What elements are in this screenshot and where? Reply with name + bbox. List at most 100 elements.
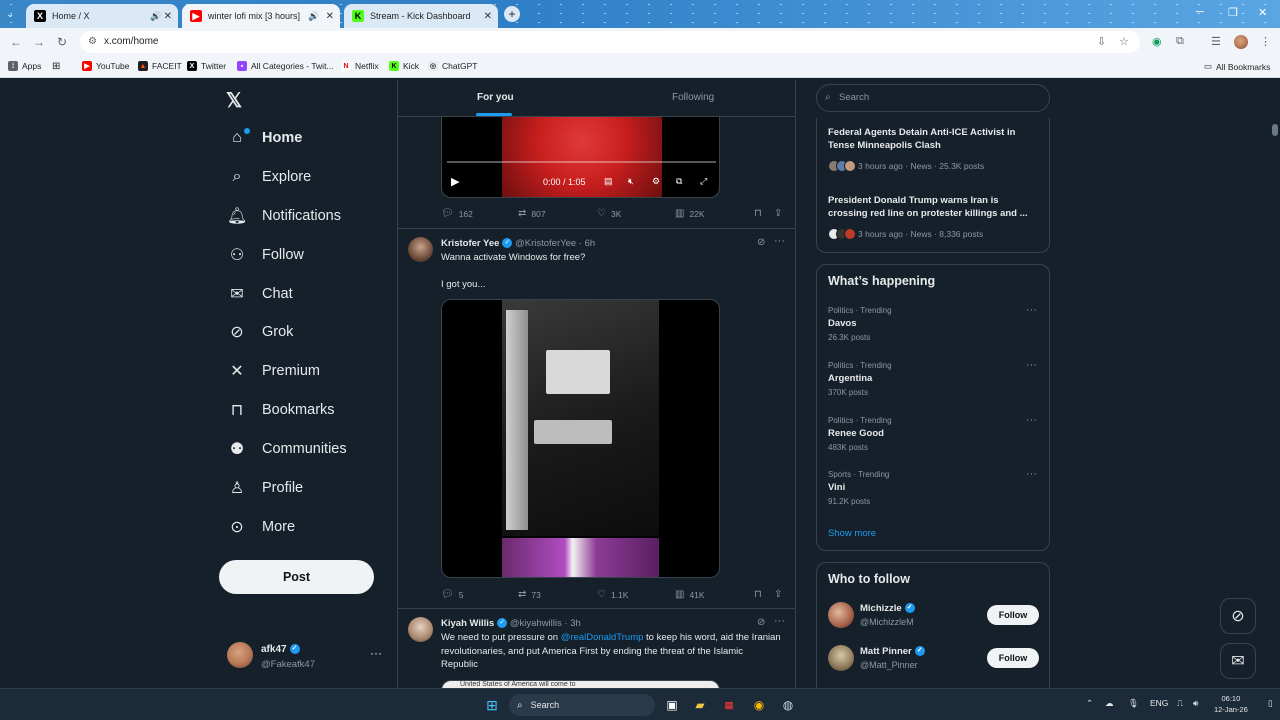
more-options-icon[interactable]: ··· xyxy=(774,615,785,627)
volume-icon[interactable]: 🔊︎ xyxy=(1193,698,1198,709)
speaker-icon[interactable]: 🔊 xyxy=(150,11,161,22)
tab-for-you[interactable]: For you xyxy=(477,92,514,103)
avatar[interactable] xyxy=(408,237,433,262)
suggested-user-name[interactable]: Matt Pinner ✓ xyxy=(860,646,925,657)
start-button[interactable]: ⊞ xyxy=(482,695,502,715)
video-progress-bar[interactable] xyxy=(447,161,716,163)
account-switcher[interactable]: afk47 ✓ @Fakeafk47 ··· xyxy=(227,640,387,680)
nav-profile[interactable]: ♙ Profile xyxy=(226,473,303,503)
language-indicator[interactable]: ENG xyxy=(1150,698,1168,708)
bookmark-button[interactable]: ⊓ xyxy=(754,208,767,219)
like-button[interactable]: ♡ 3K xyxy=(597,208,621,219)
app-icon[interactable]: ▤ xyxy=(719,695,739,715)
views-button[interactable]: ▥ 22K xyxy=(675,208,705,219)
more-options-icon[interactable]: ··· xyxy=(1026,359,1037,371)
network-icon[interactable]: ⎍ xyxy=(1177,698,1183,709)
avatar[interactable] xyxy=(828,645,854,671)
page-scrollbar[interactable] xyxy=(1270,80,1280,688)
steam-icon[interactable]: ◍ xyxy=(778,695,798,715)
microphone-icon[interactable]: 🎙︎ xyxy=(1128,698,1139,709)
reload-icon[interactable]: ↻ xyxy=(57,35,67,49)
more-options-icon[interactable]: ··· xyxy=(1026,414,1037,426)
nav-follow[interactable]: ⚇ Follow xyxy=(226,240,304,270)
nav-grok[interactable]: ⊘ Grok xyxy=(226,317,293,347)
repost-button[interactable]: ⇄ 807 xyxy=(518,208,546,219)
site-info-icon[interactable]: ⚙ xyxy=(88,31,97,53)
bookmark-chatgpt[interactable]: ◎ ChatGPT xyxy=(428,61,477,71)
grok-floating-button[interactable]: ⊘ xyxy=(1220,598,1256,634)
fullscreen-icon[interactable]: ⤢ xyxy=(700,176,707,187)
captions-icon[interactable]: ▤ xyxy=(604,176,613,187)
install-app-icon[interactable]: ⇩ xyxy=(1097,35,1106,48)
post-button[interactable]: Post xyxy=(219,560,374,594)
author-handle[interactable]: @KristoferYee xyxy=(515,238,576,249)
follow-button[interactable]: Follow xyxy=(987,648,1039,668)
nav-bookmarks[interactable]: ⊓ Bookmarks xyxy=(226,395,335,425)
speaker-icon[interactable]: 🔊 xyxy=(308,11,319,22)
grok-icon[interactable]: ⊘ xyxy=(757,237,765,248)
tab-following[interactable]: Following xyxy=(672,92,714,103)
tweet-time[interactable]: · 3h xyxy=(564,618,580,629)
close-window-icon[interactable]: ✕ xyxy=(1258,6,1267,19)
new-tab-button[interactable]: + xyxy=(504,6,520,22)
tab-kick-dashboard[interactable]: K Stream - Kick Dashboard ✕ xyxy=(344,4,498,28)
chrome-icon[interactable]: ◉ xyxy=(749,695,769,715)
share-button[interactable]: ⇪ xyxy=(774,589,787,600)
reply-button[interactable]: 💬︎ 162 xyxy=(441,208,473,219)
more-options-icon[interactable]: ··· xyxy=(1026,468,1037,480)
maximize-icon[interactable]: ❐ xyxy=(1228,6,1238,19)
back-icon[interactable]: ← xyxy=(10,35,22,49)
cloud-icon[interactable]: ☁ xyxy=(1105,698,1114,709)
tweet-time[interactable]: · 6h xyxy=(579,238,595,249)
mute-icon[interactable]: 🔇︎ xyxy=(628,176,634,187)
nav-chat[interactable]: ✉ Chat xyxy=(226,279,292,309)
bookmark-all[interactable]: ▭ All Bookmarks xyxy=(1204,61,1270,72)
minimize-icon[interactable]: ─ xyxy=(1196,6,1204,18)
system-clock[interactable]: 06:10 12-Jan-26 xyxy=(1214,693,1248,715)
nav-communities[interactable]: ⚉ Communities xyxy=(226,434,347,464)
news-title[interactable]: Federal Agents Detain Anti-ICE Activist … xyxy=(828,126,1040,152)
tray-overflow-icon[interactable]: ⌃ xyxy=(1086,698,1093,709)
author-name[interactable]: Kiyah Willis xyxy=(441,618,494,629)
author-handle[interactable]: @kiyahwillis xyxy=(510,618,562,629)
news-title[interactable]: President Donald Trump warns Iran is cro… xyxy=(828,194,1040,220)
scrollbar-thumb[interactable] xyxy=(1272,124,1278,136)
pip-icon[interactable]: ⧉ xyxy=(676,176,682,187)
bookmark-netflix[interactable]: N Netflix xyxy=(341,61,379,71)
file-explorer-icon[interactable]: ▰ xyxy=(690,695,710,715)
bookmark-kick[interactable]: K Kick xyxy=(389,61,419,71)
nav-explore[interactable]: ⌕ Explore xyxy=(226,162,312,192)
taskbar-search[interactable]: ⌕ Search xyxy=(509,694,655,716)
messages-floating-button[interactable]: ✉ xyxy=(1220,643,1256,679)
tab-close-button[interactable]: ✕ xyxy=(164,11,172,22)
grok-icon[interactable]: ⊘ xyxy=(757,617,765,628)
views-button[interactable]: ▥ 41K xyxy=(675,589,705,600)
tab-home-x[interactable]: X Home / X 🔊 ✕ xyxy=(26,4,178,28)
more-options-icon[interactable]: ··· xyxy=(774,235,785,247)
nav-notifications[interactable]: 🔔︎ Notifications xyxy=(226,201,341,231)
notifications-icon[interactable]: ▯ xyxy=(1268,698,1273,709)
tab-close-button[interactable]: ✕ xyxy=(484,11,492,22)
more-options-icon[interactable]: ··· xyxy=(1026,304,1037,316)
url-field[interactable]: ⚙ x.com/home xyxy=(80,31,1140,53)
tab-lofi-mix[interactable]: ▶ winter lofi mix [3 hours] 🔊 ✕ xyxy=(182,4,340,28)
bookmark-faceit[interactable]: ▲ FACEIT xyxy=(138,61,182,71)
share-button[interactable]: ⇪ xyxy=(774,208,787,219)
play-icon[interactable]: ▶ xyxy=(451,175,459,188)
avatar[interactable] xyxy=(408,617,433,642)
menu-icon[interactable]: ⋮ xyxy=(1260,35,1271,48)
bookmark-youtube[interactable]: ▶ YouTube xyxy=(82,61,129,71)
nav-home[interactable]: ⌂ Home xyxy=(226,123,302,153)
nav-premium[interactable]: ✕ Premium xyxy=(226,356,320,386)
bookmark-grid[interactable]: ⊞ xyxy=(52,61,60,72)
follow-button[interactable]: Follow xyxy=(987,605,1039,625)
mention-link[interactable]: @realDonaldTrump xyxy=(561,632,644,643)
nav-more[interactable]: ⊙ More xyxy=(226,512,295,542)
bookmark-apps[interactable]: ⁞ Apps xyxy=(8,61,41,71)
bookmark-twitch[interactable]: ▪ All Categories - Twit... xyxy=(237,61,334,71)
author-name[interactable]: Kristofer Yee xyxy=(441,238,499,249)
settings-icon[interactable]: ⚙ xyxy=(652,176,660,187)
search-input[interactable]: ⌕ Search xyxy=(816,84,1050,112)
tweet-image[interactable]: United States of America will come to xyxy=(441,680,720,688)
bookmark-star-icon[interactable]: ☆ xyxy=(1119,35,1129,48)
